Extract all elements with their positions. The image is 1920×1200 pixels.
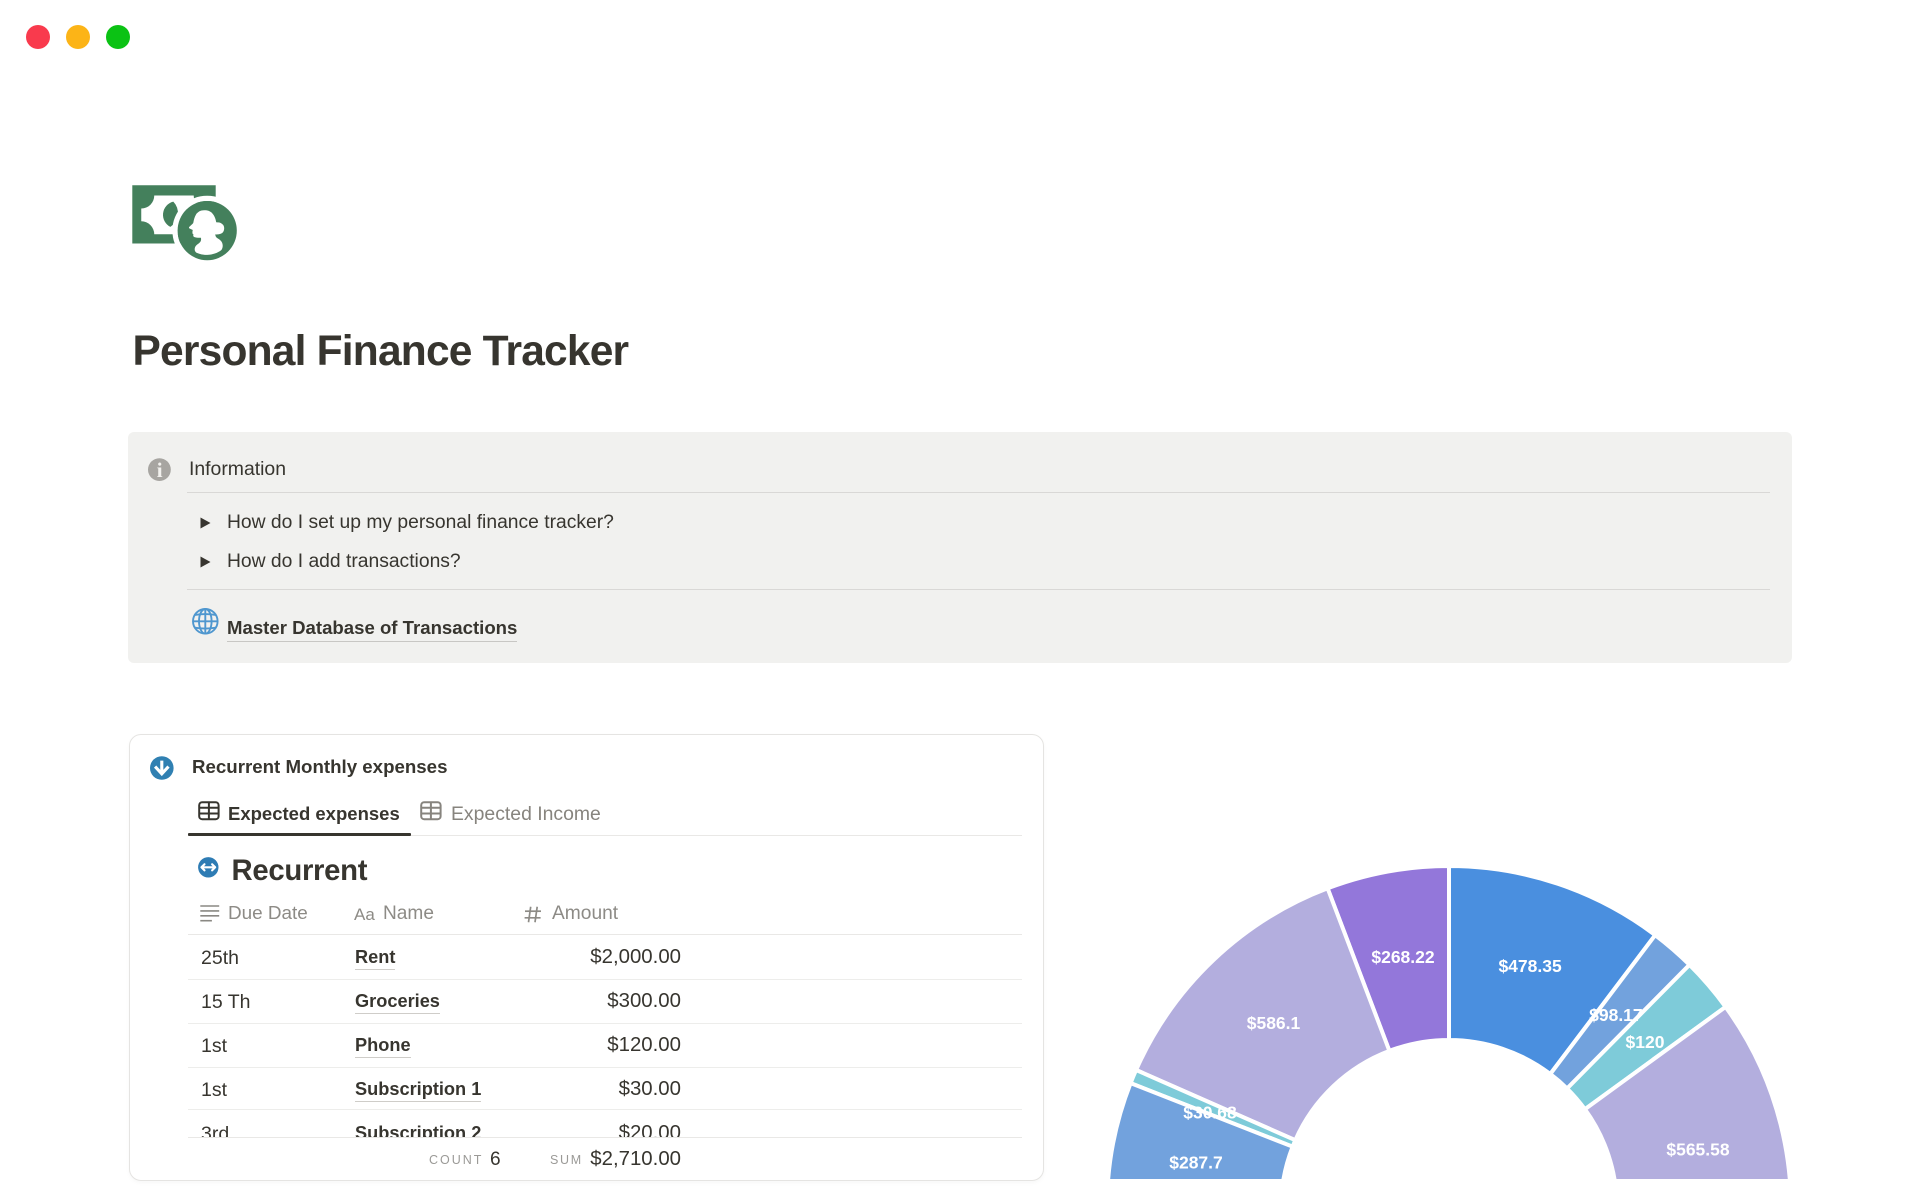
svg-text:$268.22: $268.22: [1371, 947, 1435, 967]
svg-text:$586.1: $586.1: [1247, 1013, 1301, 1033]
svg-text:i: i: [157, 458, 163, 481]
svg-text:$287.7: $287.7: [1169, 1153, 1223, 1173]
svg-text:$565.58: $565.58: [1666, 1140, 1730, 1160]
svg-text:$30.68: $30.68: [1183, 1103, 1237, 1123]
svg-text:$478.35: $478.35: [1498, 956, 1562, 976]
svg-text:$120: $120: [1626, 1032, 1665, 1052]
svg-text:$98.17: $98.17: [1589, 1005, 1643, 1025]
